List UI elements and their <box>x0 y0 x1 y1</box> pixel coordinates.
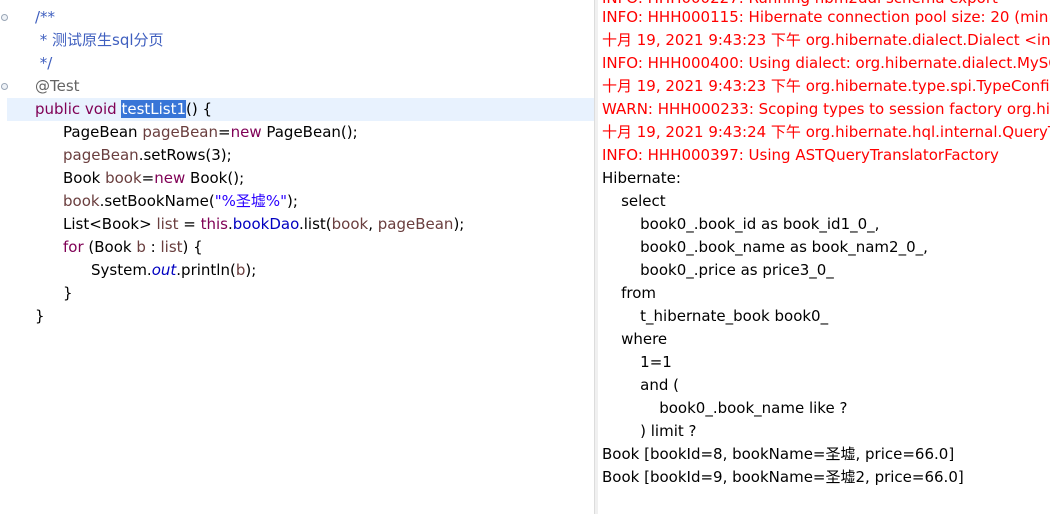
code-text: PageBean pageBean=new PageBean(); <box>63 121 358 144</box>
console-log-line: 十月 19, 2021 9:43:24 下午 org.hibernate.hql… <box>602 123 1050 141</box>
console-output-line: book0_.book_name as book_nam2_0_, <box>602 238 928 256</box>
console-log-line: INFO: HHH000400: Using dialect: org.hibe… <box>602 54 1050 72</box>
code-token: = <box>141 169 155 187</box>
code-token: bookDao <box>232 215 299 233</box>
code-line-book-declaration[interactable]: Book book=new Book(); <box>7 167 594 190</box>
console-output-line: t_hibernate_book book0_ <box>602 307 829 325</box>
code-line-annotation-test[interactable]: @Test <box>7 75 594 98</box>
console-output[interactable]: INFO: HHH000227: Running hbm2ddl schema … <box>598 0 1050 514</box>
code-token: "%圣墟%" <box>214 192 288 210</box>
code-text: book.setBookName("%圣墟%"); <box>63 190 298 213</box>
code-token: PageBean <box>63 123 143 141</box>
code-line-set-bookname-call[interactable]: book.setBookName("%圣墟%"); <box>7 190 594 213</box>
code-line-method-close[interactable]: } <box>7 305 594 328</box>
code-text: /** <box>35 6 55 29</box>
code-token: pageBean <box>63 146 139 164</box>
console-log-line: INFO: HHH000115: Hibernate connection po… <box>602 8 1050 26</box>
code-token: book <box>105 169 142 187</box>
console-output-line: 1=1 <box>602 353 672 371</box>
code-text: List<Book> list = this.bookDao.list(book… <box>63 213 464 236</box>
code-token: this <box>200 215 228 233</box>
code-token: List<Book> <box>63 215 157 233</box>
editor-gutter[interactable] <box>0 0 8 514</box>
console-output-line: book0_.book_id as book_id1_0_, <box>602 215 880 233</box>
code-text: pageBean.setRows(3); <box>63 144 232 167</box>
code-token: Book(); <box>185 169 245 187</box>
console-output-line: from <box>602 284 656 302</box>
console-output-line: Book [bookId=8, bookName=圣墟, price=66.0] <box>602 445 955 463</box>
code-token: b <box>136 238 146 256</box>
code-token: list <box>156 215 179 233</box>
code-token: book <box>63 192 100 210</box>
console-log-line: WARN: HHH000233: Scoping types to sessio… <box>602 100 1050 118</box>
code-token: = <box>178 215 201 233</box>
console-log-line: 十月 19, 2021 9:43:23 下午 org.hibernate.typ… <box>602 77 1050 95</box>
console-log-line: INFO: HHH000397: Using ASTQueryTranslato… <box>602 146 999 164</box>
console-output-line: select <box>602 192 666 210</box>
code-token: .setBookName( <box>99 192 215 210</box>
code-token: () { <box>186 100 213 118</box>
code-text: @Test <box>35 75 80 98</box>
code-token: @Test <box>35 77 80 95</box>
code-token: ) { <box>182 238 203 256</box>
code-token: .setRows(3); <box>138 146 232 164</box>
code-token: * 测试原生sql分页 <box>35 31 164 49</box>
code-text: Book book=new Book(); <box>63 167 244 190</box>
code-line-comment-open[interactable]: /** <box>7 6 594 29</box>
console-output-line: book0_.price as price3_0_ <box>602 261 834 279</box>
console-output-line: book0_.book_name like ? <box>602 399 848 417</box>
selected-method-name: testList1 <box>121 100 187 118</box>
code-line-for-close[interactable]: } <box>7 282 594 305</box>
console-output-line: Hibernate: <box>602 169 681 187</box>
code-token: PageBean(); <box>261 123 358 141</box>
code-line-list-declaration[interactable]: List<Book> list = this.bookDao.list(book… <box>7 213 594 236</box>
code-token: new <box>154 169 186 187</box>
code-line-comment-close[interactable]: */ <box>7 52 594 75</box>
console-output-line: Book [bookId=9, bookName=圣墟2, price=66.0… <box>602 468 964 486</box>
code-token: pageBean <box>377 215 454 233</box>
code-token: ); <box>453 215 465 233</box>
code-text: } <box>35 305 45 328</box>
code-text: for (Book b : list) { <box>63 236 203 259</box>
code-token: /** <box>35 8 56 26</box>
code-token: public <box>35 100 81 118</box>
console-output-line: ) limit ? <box>602 422 697 440</box>
code-token: out <box>151 261 177 279</box>
code-text: } <box>63 282 73 305</box>
console-output-line: where <box>602 330 668 348</box>
code-text: System.out.println(b); <box>91 259 256 282</box>
code-line-println-call[interactable]: System.out.println(b); <box>7 259 594 282</box>
code-line-set-rows-call[interactable]: pageBean.setRows(3); <box>7 144 594 167</box>
code-token: */ <box>35 54 53 72</box>
code-token: new <box>230 123 262 141</box>
code-line-comment-body[interactable]: * 测试原生sql分页 <box>7 29 594 52</box>
code-line-for-loop[interactable]: for (Book b : list) { <box>7 236 594 259</box>
code-token: Book <box>63 169 106 187</box>
code-token: System. <box>91 261 152 279</box>
code-token: book <box>331 215 369 233</box>
code-token: .list( <box>298 215 332 233</box>
code-token: (Book <box>83 238 137 256</box>
code-token: pageBean <box>142 123 218 141</box>
code-token: , <box>368 215 378 233</box>
code-token: : <box>145 238 161 256</box>
console-log-line: 十月 19, 2021 9:43:23 下午 org.hibernate.dia… <box>602 31 1050 49</box>
code-line-pagebean-declaration[interactable]: PageBean pageBean=new PageBean(); <box>7 121 594 144</box>
code-token: = <box>218 123 231 141</box>
code-token: } <box>35 307 45 325</box>
code-line-method-signature[interactable]: public void testList1() { <box>7 98 594 121</box>
code-token: void <box>84 100 117 118</box>
code-text: * 测试原生sql分页 <box>35 29 164 52</box>
code-token: b <box>235 261 246 279</box>
console-output-line: and ( <box>602 376 679 394</box>
code-text: public void testList1() { <box>35 98 212 121</box>
code-text: */ <box>35 52 53 75</box>
code-editor[interactable]: /** * 测试原生sql分页 */ @Test public void testL… <box>0 0 594 514</box>
code-token: list <box>160 238 183 256</box>
code-token: ); <box>245 261 257 279</box>
code-token: } <box>63 284 73 302</box>
code-token: ); <box>287 192 298 210</box>
code-token: .println( <box>176 261 236 279</box>
code-token: for <box>63 238 84 256</box>
